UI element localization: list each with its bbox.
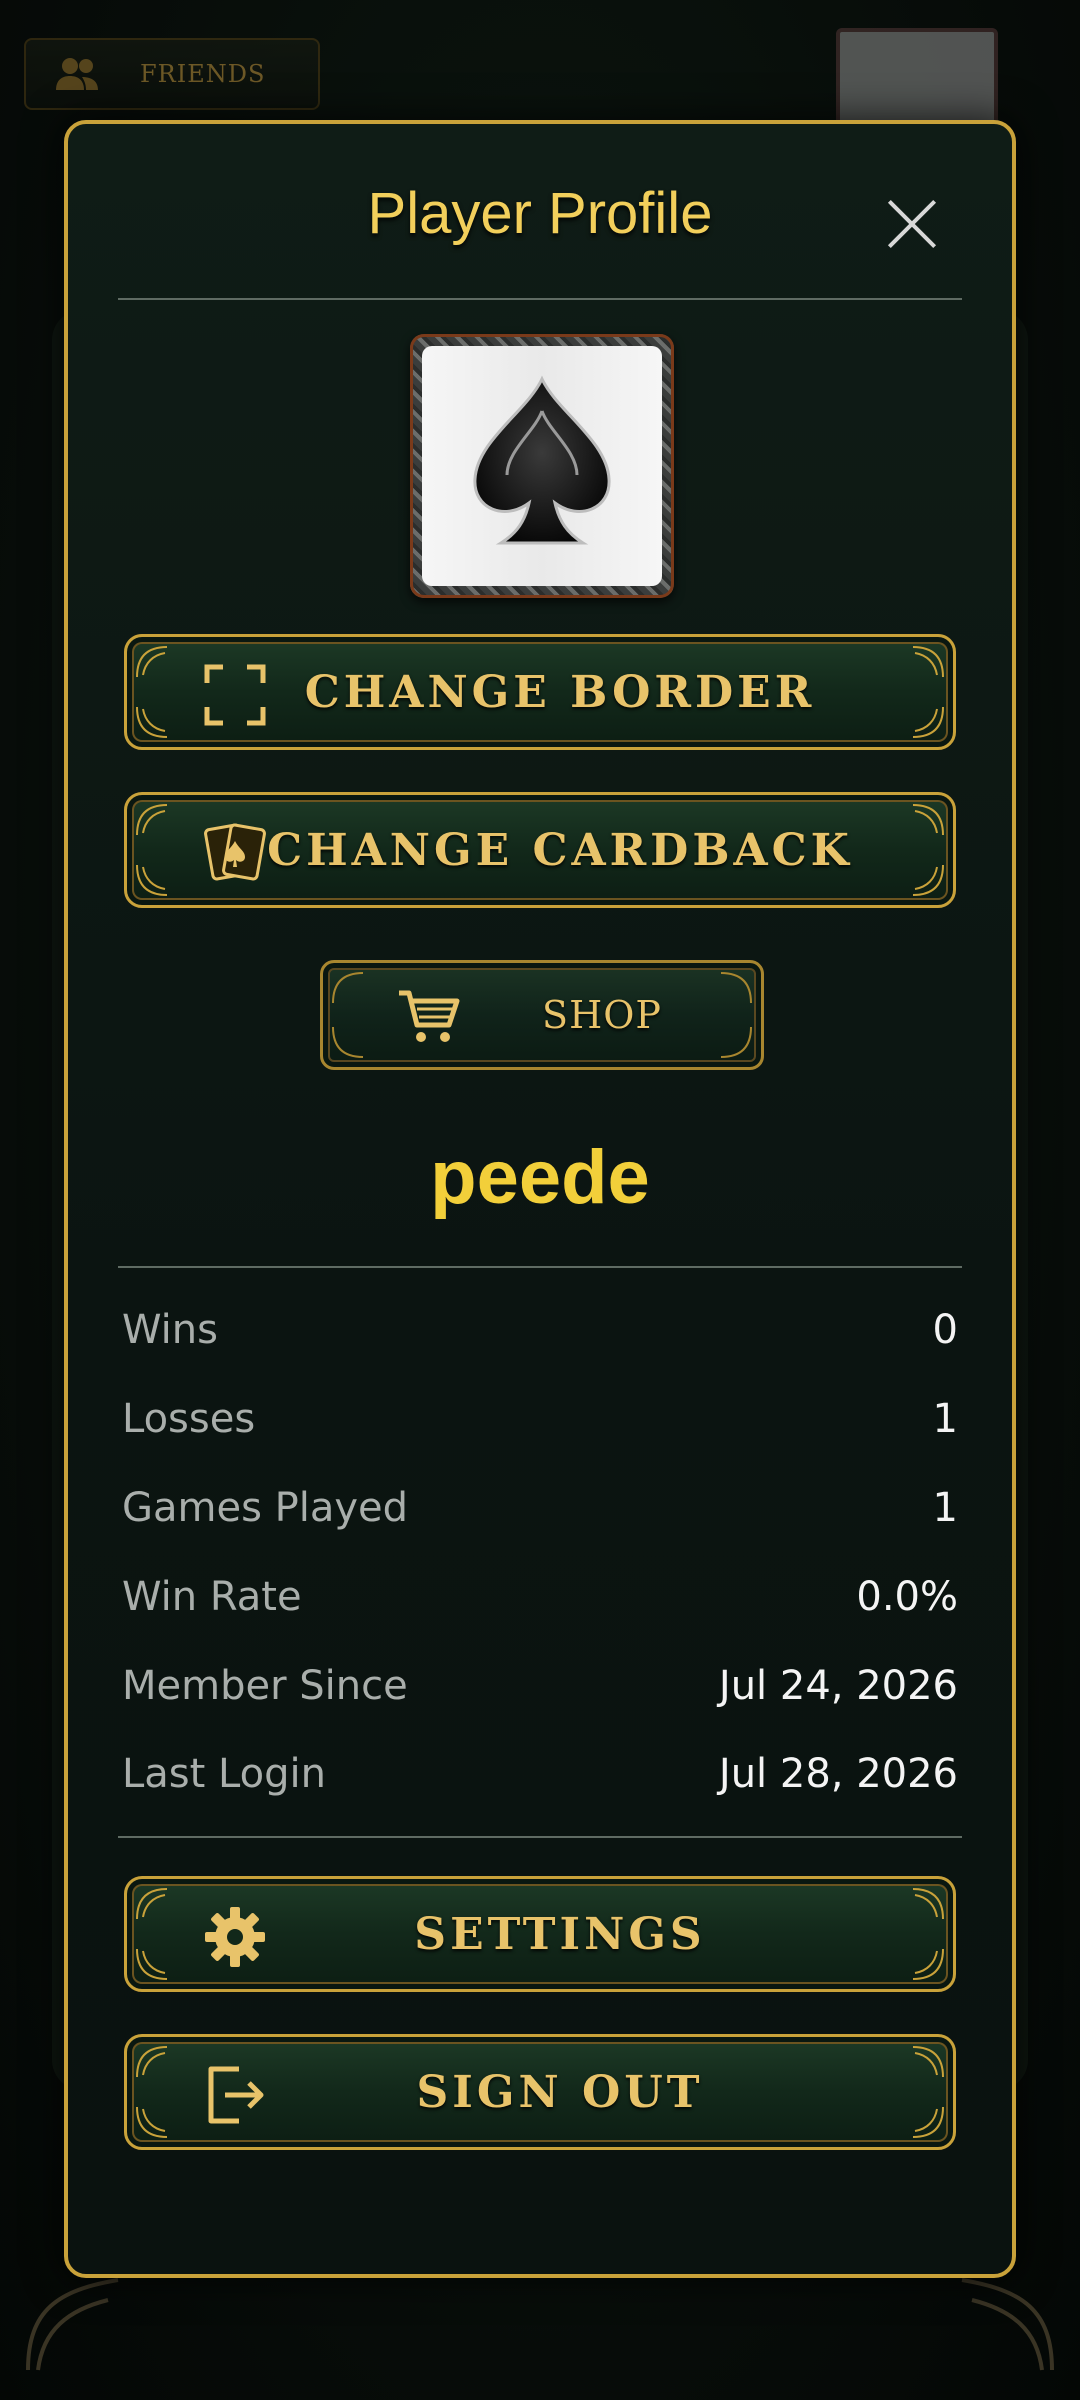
- playing-cards-icon: [204, 823, 266, 881]
- modal-title: Player Profile: [367, 181, 713, 246]
- corner-ornament-icon: [720, 1026, 752, 1058]
- corner-ornament-icon: [136, 1888, 168, 1920]
- sign-out-button[interactable]: SIGN OUT: [124, 2034, 956, 2150]
- friends-button: FRIENDS: [24, 38, 320, 110]
- shopping-cart-icon: [399, 990, 460, 1042]
- corner-ornament-icon: [136, 804, 168, 836]
- corner-ornament-icon: [912, 1948, 944, 1980]
- stat-label: Member Since: [122, 1663, 408, 1709]
- player-profile-modal: Player Profile CHANGE BORDER CHANGE CARD…: [64, 120, 1016, 2278]
- stat-row-last-login: Last Login Jul 28, 2026: [122, 1744, 958, 1804]
- change-cardback-button[interactable]: CHANGE CARDBACK: [124, 792, 956, 908]
- stat-label: Win Rate: [122, 1574, 302, 1620]
- corner-ornament-icon: [912, 804, 944, 836]
- gear-icon: [205, 1907, 265, 1967]
- stat-row-losses: Losses 1: [122, 1389, 958, 1449]
- stat-value: 1: [932, 1485, 958, 1531]
- corner-ornament-icon: [136, 2106, 168, 2138]
- stat-value: Jul 24, 2026: [718, 1663, 958, 1709]
- divider: [118, 298, 962, 300]
- corner-ornament-icon: [332, 972, 364, 1004]
- stat-value: Jul 28, 2026: [718, 1751, 958, 1797]
- stat-label: Wins: [122, 1307, 218, 1353]
- corner-ornament-icon: [720, 972, 752, 1004]
- stat-value: 1: [932, 1396, 958, 1442]
- corner-ornament-icon: [136, 2046, 168, 2078]
- stat-label: Last Login: [122, 1751, 326, 1797]
- corner-ornament-icon: [912, 646, 944, 678]
- corner-ornament-icon: [912, 706, 944, 738]
- frame-corners-icon: [204, 664, 266, 726]
- stat-row-games-played: Games Played 1: [122, 1478, 958, 1538]
- username: peede: [430, 1135, 650, 1220]
- change-border-button[interactable]: CHANGE BORDER: [124, 634, 956, 750]
- stat-label: Losses: [122, 1396, 256, 1442]
- sign-out-icon: [208, 2066, 264, 2124]
- corner-ornament-icon: [912, 1888, 944, 1920]
- shop-button[interactable]: SHOP: [320, 960, 764, 1070]
- stat-value: 0.0%: [856, 1574, 958, 1620]
- settings-button[interactable]: SETTINGS: [124, 1876, 956, 1992]
- stat-row-member-since: Member Since Jul 24, 2026: [122, 1656, 958, 1716]
- stat-row-wins: Wins 0: [122, 1300, 958, 1360]
- corner-ornament-icon: [136, 706, 168, 738]
- shop-label: SHOP: [542, 993, 662, 1037]
- divider: [118, 1836, 962, 1838]
- corner-ornament-icon: [26, 2278, 119, 2371]
- stat-row-win-rate: Win Rate 0.0%: [122, 1567, 958, 1627]
- friends-label: FRIENDS: [140, 60, 266, 88]
- stat-label: Games Played: [122, 1485, 409, 1531]
- corner-ornament-icon: [136, 864, 168, 896]
- corner-ornament-icon: [961, 2278, 1054, 2371]
- corner-ornament-icon: [912, 864, 944, 896]
- spade-card-icon: [473, 375, 611, 545]
- divider: [118, 1266, 962, 1268]
- corner-ornament-icon: [912, 2106, 944, 2138]
- stat-value: 0: [932, 1307, 958, 1353]
- corner-ornament-icon: [332, 1026, 364, 1058]
- friends-icon: [56, 58, 98, 90]
- close-icon[interactable]: [884, 196, 940, 252]
- corner-ornament-icon: [912, 2046, 944, 2078]
- corner-ornament-icon: [136, 646, 168, 678]
- corner-ornament-icon: [136, 1948, 168, 1980]
- avatar[interactable]: [410, 334, 674, 598]
